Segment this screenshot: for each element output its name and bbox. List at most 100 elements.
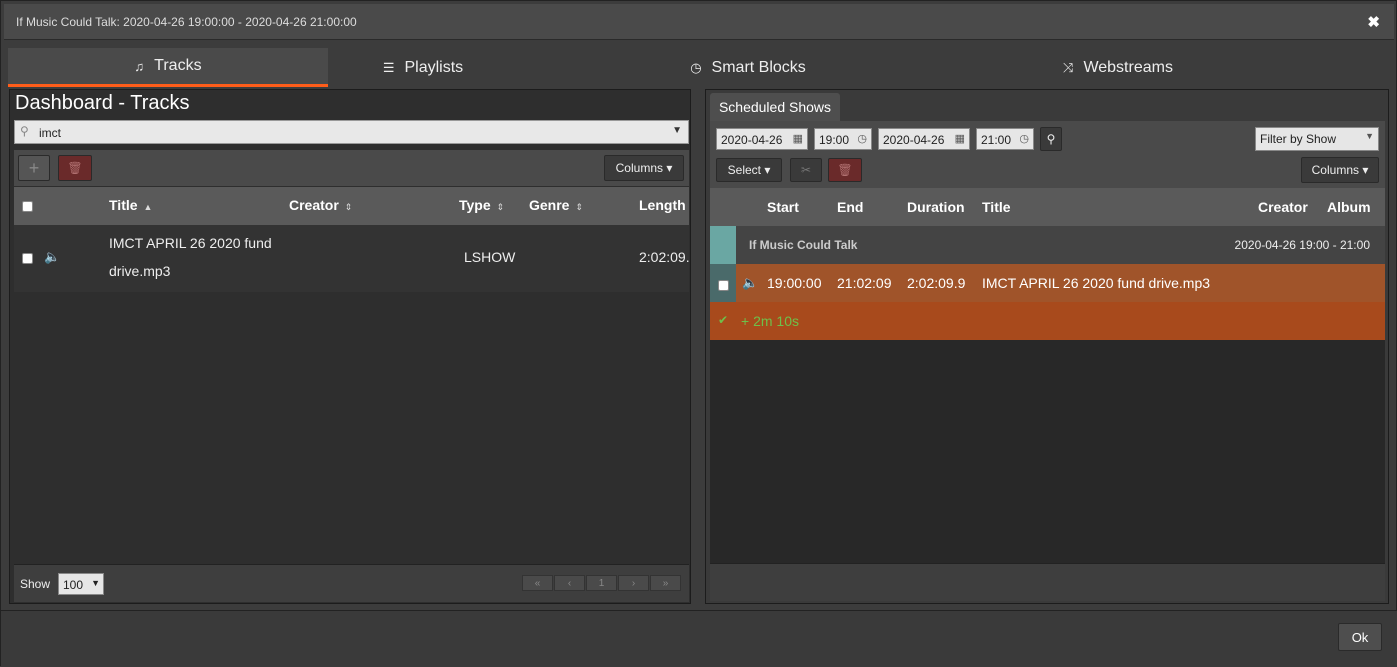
library-table-header: Title ▲ Creator ⇕ Type ⇕ Genre ⇕ Length xyxy=(14,187,689,225)
col-genre[interactable]: Genre ⇕ xyxy=(529,197,583,213)
track-length: 2:02:09. xyxy=(639,249,690,265)
shuffle-icon: ⤨ xyxy=(1063,59,1074,75)
col-genre-label: Genre xyxy=(529,197,570,213)
track-title-line2: drive.mp3 xyxy=(109,263,171,279)
col-duration[interactable]: Duration xyxy=(907,199,965,215)
start-time-value: 19:00 xyxy=(819,133,850,147)
search-button[interactable]: ⚲ xyxy=(1040,127,1062,151)
add-button[interactable]: + xyxy=(18,155,50,181)
scissors-icon: ✂ xyxy=(800,163,812,177)
list-icon: ☰ xyxy=(382,59,395,75)
sort-icon: ⇕ xyxy=(344,202,353,212)
schedule-body: 2020-04-26 ▦ 19:00 ◷ 2020-04-26 ▦ 21:00 … xyxy=(710,121,1385,601)
col-end[interactable]: End xyxy=(837,199,863,215)
show-name: If Music Could Talk xyxy=(749,238,858,252)
remove-button[interactable]: 🗑 xyxy=(828,158,862,182)
music-note-icon: ♫ xyxy=(134,58,145,74)
tab-smart-blocks-label: Smart Blocks xyxy=(711,58,806,76)
page-number[interactable]: 1 xyxy=(586,575,617,591)
track-end: 21:02:09 xyxy=(837,275,892,291)
filter-by-show-select[interactable]: Filter by Show ▼ xyxy=(1255,127,1379,151)
gap-row: ✔ + 2m 10s xyxy=(710,302,1385,340)
col-title[interactable]: Title ▲ xyxy=(109,197,152,213)
columns-button[interactable]: Columns ▾ xyxy=(604,155,684,181)
columns-button[interactable]: Columns ▾ xyxy=(1301,157,1379,183)
col-type[interactable]: Type ⇕ xyxy=(459,197,504,213)
sort-asc-icon: ▲ xyxy=(143,202,153,212)
schedule-controls: 2020-04-26 ▦ 19:00 ◷ 2020-04-26 ▦ 21:00 … xyxy=(710,121,1385,188)
show-label: Show xyxy=(20,577,51,591)
chevron-down-icon: ▼ xyxy=(91,578,100,588)
track-title-line1: IMCT APRIL 26 2020 fund xyxy=(109,235,272,251)
ok-button[interactable]: Ok xyxy=(1338,623,1382,651)
library-panel: Dashboard - Tracks ⚲ imct ▼ + 🗑 Columns … xyxy=(9,89,691,604)
library-toolbar: + 🗑 Columns ▾ xyxy=(14,150,689,186)
col-creator[interactable]: Creator xyxy=(1258,199,1308,215)
start-date-input[interactable]: 2020-04-26 ▦ xyxy=(716,128,808,150)
row-checkbox[interactable] xyxy=(22,253,33,264)
gap-duration: + 2m 10s xyxy=(741,313,799,329)
start-time-input[interactable]: 19:00 ◷ xyxy=(814,128,872,150)
tab-bar: ♫ Tracks ☰ Playlists ◷ Smart Blocks ⤨ We… xyxy=(8,48,1391,87)
chevron-down-icon[interactable]: ▼ xyxy=(672,125,682,136)
schedule-footer xyxy=(710,563,1385,601)
start-date-value: 2020-04-26 xyxy=(721,133,783,147)
window-title: If Music Could Talk: 2020-04-26 19:00:00… xyxy=(16,15,357,29)
tab-tracks-label: Tracks xyxy=(154,57,202,74)
tab-playlists[interactable]: ☰ Playlists xyxy=(328,48,518,87)
tab-smart-blocks[interactable]: ◷ Smart Blocks xyxy=(668,48,828,87)
tab-tracks[interactable]: ♫ Tracks xyxy=(8,48,328,87)
speaker-icon[interactable]: 🔈 xyxy=(44,249,60,265)
end-time-input[interactable]: 21:00 ◷ xyxy=(976,128,1034,150)
tab-webstreams-label: Webstreams xyxy=(1083,58,1173,76)
tab-scheduled-shows[interactable]: Scheduled Shows xyxy=(710,93,840,121)
table-row[interactable]: 🔈 IMCT APRIL 26 2020 fund drive.mp3 LSHO… xyxy=(14,225,690,292)
clock-icon: ◷ xyxy=(1019,133,1029,145)
col-length[interactable]: Length xyxy=(639,197,686,213)
last-page-button[interactable]: » xyxy=(650,575,681,591)
select-button[interactable]: Select ▾ xyxy=(716,158,782,182)
track-start: 19:00:00 xyxy=(767,275,822,291)
first-page-button[interactable]: « xyxy=(522,575,553,591)
chevron-down-icon: ▼ xyxy=(1365,131,1374,141)
col-creator-label: Creator xyxy=(289,197,339,213)
search-icon: ⚲ xyxy=(1046,132,1056,146)
end-date-input[interactable]: 2020-04-26 ▦ xyxy=(878,128,970,150)
col-album[interactable]: Album xyxy=(1327,199,1371,215)
select-all-checkbox[interactable] xyxy=(22,201,33,212)
sort-icon: ⇕ xyxy=(575,202,584,212)
page-size-value: 100 xyxy=(63,578,84,592)
row-checkbox[interactable] xyxy=(718,280,729,291)
show-color-stripe xyxy=(710,226,736,264)
trash-icon: 🗑 xyxy=(837,163,853,177)
tab-webstreams[interactable]: ⤨ Webstreams xyxy=(1038,48,1198,87)
search-input[interactable]: ⚲ imct ▼ xyxy=(14,120,689,144)
sort-icon: ⇕ xyxy=(496,202,505,212)
tab-playlists-label: Playlists xyxy=(404,58,464,76)
show-header-row: If Music Could Talk 2020-04-26 19:00 - 2… xyxy=(710,226,1385,264)
schedule-table-header: Start End Duration Title Creator Album xyxy=(710,188,1385,226)
delete-button[interactable]: 🗑 xyxy=(58,155,92,181)
schedule-panel: Scheduled Shows 2020-04-26 ▦ 19:00 ◷ 202… xyxy=(705,89,1389,604)
dialog: If Music Could Talk: 2020-04-26 19:00:00… xyxy=(0,0,1397,667)
track-duration: 2:02:09.9 xyxy=(907,275,966,291)
prev-page-button[interactable]: ‹ xyxy=(554,575,585,591)
col-title[interactable]: Title xyxy=(982,199,1011,215)
calendar-icon: ▦ xyxy=(792,133,803,145)
show-time: 2020-04-26 19:00 - 21:00 xyxy=(1234,238,1370,252)
search-value: imct xyxy=(39,126,61,140)
next-page-button[interactable]: › xyxy=(618,575,649,591)
close-icon[interactable]: ✖ xyxy=(1367,13,1380,31)
speaker-icon[interactable]: 🔈 xyxy=(742,275,758,291)
col-start[interactable]: Start xyxy=(767,199,799,215)
page-size-select[interactable]: 100 ▼ xyxy=(58,573,104,595)
check-icon: ✔ xyxy=(718,313,729,327)
cut-button[interactable]: ✂ xyxy=(790,158,822,182)
search-icon: ⚲ xyxy=(20,124,29,138)
track-title: IMCT APRIL 26 2020 fund drive.mp3 xyxy=(982,275,1211,291)
scheduled-track-row[interactable]: 🔈 19:00:00 21:02:09 2:02:09.9 IMCT APRIL… xyxy=(710,264,1385,302)
calendar-icon: ▦ xyxy=(954,133,965,145)
col-title-label: Title xyxy=(109,197,138,213)
page-title: Dashboard - Tracks xyxy=(15,92,190,114)
col-creator[interactable]: Creator ⇕ xyxy=(289,197,352,213)
